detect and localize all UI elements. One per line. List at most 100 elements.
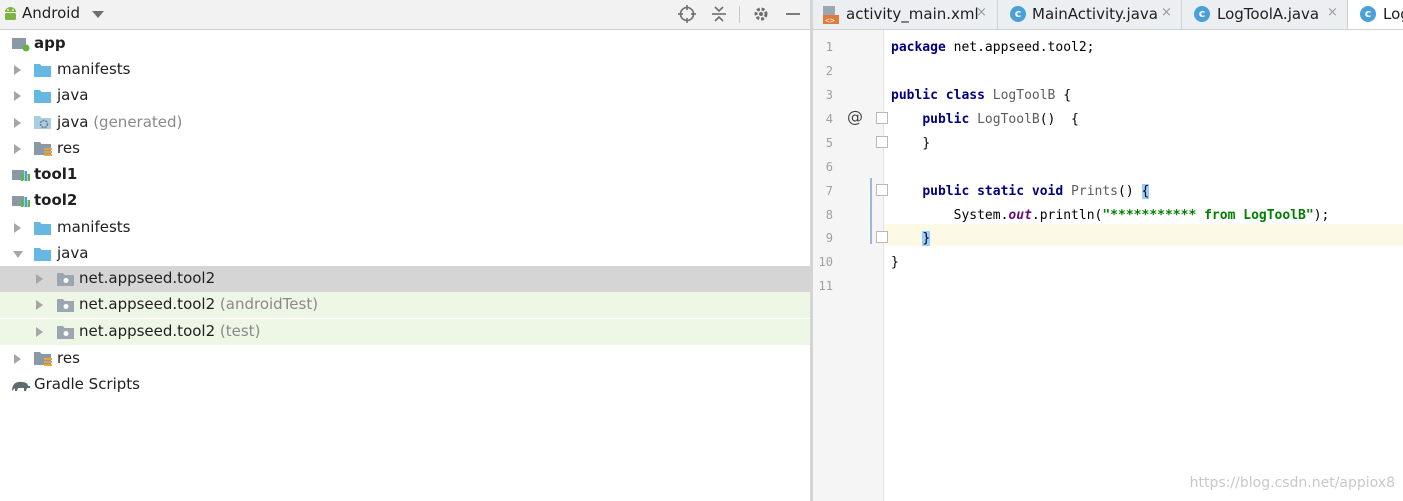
line-number: 1 [825, 40, 833, 54]
svg-text:<>: <> [825, 16, 835, 24]
expand-arrow-icon[interactable] [14, 223, 21, 233]
tree-item-label: res [57, 139, 80, 157]
project-view-selector[interactable]: Android [22, 4, 80, 22]
tree-item-manifests[interactable]: manifests [0, 57, 810, 83]
tree-item-res[interactable]: res [0, 136, 810, 162]
code-line-5: } [922, 136, 931, 151]
toolbar-separator [739, 6, 740, 23]
line-number: 3 [825, 88, 833, 102]
close-icon[interactable]: × [1161, 5, 1172, 20]
tree-item-label: manifests [57, 60, 131, 78]
expand-arrow-icon[interactable] [36, 327, 43, 337]
minimize-icon[interactable] [782, 3, 804, 25]
editor-gutter: 1 2 3 4 5 6 7 8 9 10 11 @ [813, 30, 888, 501]
xml-file-icon: <> [823, 6, 841, 25]
line-number: 8 [825, 208, 833, 222]
res-folder-icon [34, 351, 52, 366]
tree-item-res[interactable]: res [0, 346, 810, 372]
collapse-arrow-icon[interactable] [13, 251, 23, 258]
tree-item-label: net.appseed.tool2 (test) [79, 322, 261, 340]
package-icon [57, 324, 74, 339]
tab-label: Log [1383, 5, 1403, 23]
tree-item-manifests[interactable]: manifests [0, 215, 810, 241]
tab-logtoolb-java[interactable]: c Log [1348, 0, 1403, 29]
locate-icon[interactable] [676, 3, 698, 25]
collapse-all-icon[interactable] [708, 3, 730, 25]
tree-item-label: Gradle Scripts [34, 375, 140, 393]
library-module-icon [12, 167, 30, 181]
line-number: 5 [825, 136, 833, 150]
res-folder-icon [34, 141, 52, 156]
gear-icon[interactable] [750, 3, 772, 25]
tree-item-gradle-scripts[interactable]: Gradle Scripts [0, 372, 810, 398]
tree-item-label: res [57, 349, 80, 367]
chevron-down-icon[interactable] [92, 11, 104, 18]
tab-main-activity-java[interactable]: c MainActivity.java × [998, 0, 1182, 29]
line-number: 4 [825, 112, 833, 126]
line-number: 10 [818, 255, 833, 269]
tree-item-tool1[interactable]: tool1 [0, 162, 810, 188]
expand-arrow-icon[interactable] [14, 354, 21, 364]
tree-item-suffix: (androidTest) [215, 295, 319, 313]
java-class-icon: c [1194, 6, 1210, 22]
expand-arrow-icon[interactable] [14, 144, 21, 154]
tab-logtoola-java[interactable]: c LogToolA.java × [1182, 0, 1348, 29]
code-area[interactable]: package net.appseed.tool2; public class … [884, 30, 1403, 501]
expand-arrow-icon[interactable] [14, 65, 21, 75]
tree-item-label: tool2 [34, 191, 78, 209]
override-marker-icon[interactable]: @ [847, 107, 863, 126]
project-toolbar: Android [0, 0, 810, 30]
tree-item-java[interactable]: java [0, 83, 810, 109]
tree-item-app[interactable]: app [0, 31, 810, 57]
tab-activity-main-xml[interactable]: <> activity_main.xml × [813, 0, 998, 29]
tree-item-label: java (generated) [57, 113, 183, 131]
tab-label: LogToolA.java [1217, 5, 1320, 23]
code-line-3: public class LogToolB { [891, 88, 1072, 103]
code-line-8: System.out.println("*********** from Log… [953, 208, 1330, 223]
tab-label: activity_main.xml [846, 5, 979, 23]
code-line-7: public static void Prints() { [922, 184, 1150, 199]
tree-item-label: net.appseed.tool2 [79, 269, 216, 287]
tree-item-label: net.appseed.tool2 (androidTest) [79, 295, 319, 313]
tree-item-package[interactable]: net.appseed.tool2 [0, 266, 810, 292]
folder-icon [34, 88, 51, 103]
tree-item-suffix: (test) [215, 322, 261, 340]
expand-arrow-icon[interactable] [36, 300, 43, 310]
expand-arrow-icon[interactable] [14, 91, 21, 101]
tab-label: MainActivity.java [1032, 5, 1158, 23]
android-icon [3, 6, 18, 21]
tree-item-label: app [34, 34, 66, 52]
tree-item-java-generated[interactable]: java (generated) [0, 110, 810, 136]
expand-arrow-icon[interactable] [14, 118, 21, 128]
tree-item-java[interactable]: java [0, 241, 810, 267]
line-number: 6 [825, 160, 833, 174]
generated-folder-icon [34, 115, 51, 129]
tree-item-tool2[interactable]: tool2 [0, 188, 810, 214]
tree-item-label: java [57, 86, 89, 104]
tree-item-package-android-test[interactable]: net.appseed.tool2 (androidTest) [0, 292, 810, 318]
tree-item-label: tool1 [34, 165, 78, 183]
code-line-4: public LogToolB() { [922, 112, 1079, 127]
code-line-9: } [922, 231, 931, 246]
close-icon[interactable]: × [1327, 5, 1338, 20]
expand-arrow-icon[interactable] [36, 274, 43, 284]
line-number: 2 [825, 64, 833, 78]
line-number: 11 [818, 279, 833, 293]
gradle-icon [11, 377, 30, 391]
line-number: 9 [825, 231, 833, 245]
editor-tabs: <> activity_main.xml × c MainActivity.ja… [813, 0, 1403, 30]
code-line-10: } [891, 255, 899, 270]
change-marker [870, 178, 872, 244]
project-panel: Android app manifests java java (generat… [0, 0, 810, 501]
java-class-icon: c [1010, 6, 1026, 22]
tree-item-label: java [57, 244, 89, 262]
folder-icon [34, 246, 51, 261]
folder-icon [34, 220, 51, 235]
tree-item-label: manifests [57, 218, 131, 236]
folder-icon [34, 62, 51, 77]
line-number: 7 [825, 184, 833, 198]
tree-item-suffix: (generated) [88, 113, 183, 131]
tree-item-package-test[interactable]: net.appseed.tool2 (test) [0, 319, 810, 345]
close-icon[interactable]: × [976, 5, 987, 20]
package-icon [57, 297, 74, 312]
